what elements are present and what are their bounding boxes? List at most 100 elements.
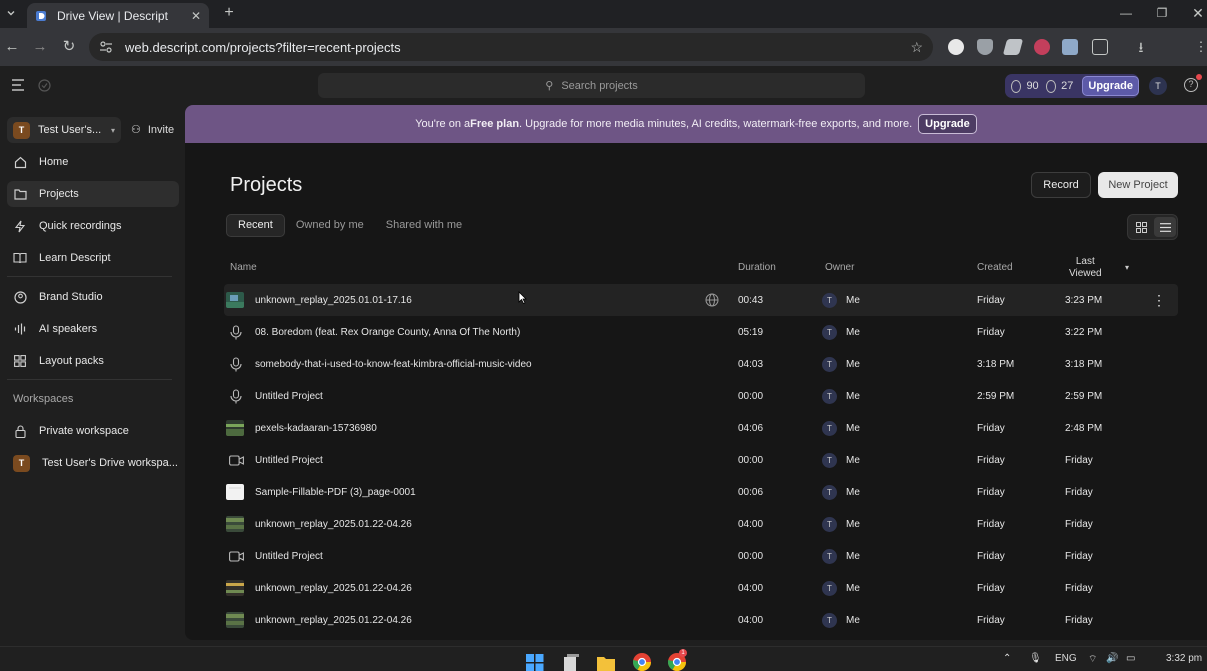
- new-project-button[interactable]: New Project: [1098, 172, 1178, 198]
- battery-icon[interactable]: ▭: [1126, 653, 1135, 664]
- bolt-icon: [13, 219, 27, 233]
- table-row[interactable]: Sample-Fillable-PDF (3)_page-0001 00:06 …: [224, 476, 1178, 508]
- table-row[interactable]: Untitled Project 00:00 TMe Friday Friday: [224, 540, 1178, 572]
- sidebar-toggle-icon[interactable]: [12, 79, 26, 91]
- forward-button[interactable]: →: [30, 37, 50, 57]
- sidebar-item-home[interactable]: Home: [7, 149, 179, 175]
- search-projects-input[interactable]: ⚲ Search projects: [318, 73, 865, 98]
- owner-avatar: T: [822, 485, 837, 500]
- column-header-owner[interactable]: Owner: [825, 262, 854, 273]
- owner-avatar: T: [822, 581, 837, 596]
- table-row[interactable]: 08. Boredom (feat. Rex Orange County, An…: [224, 316, 1178, 348]
- chrome-icon[interactable]: [632, 651, 652, 671]
- sort-chevron-icon[interactable]: ▾: [1125, 263, 1129, 272]
- minimize-button[interactable]: —: [1111, 2, 1141, 24]
- sidebar-item-ai-speakers[interactable]: AI speakers: [7, 316, 179, 342]
- address-bar[interactable]: web.descript.com/projects?filter=recent-…: [89, 33, 933, 61]
- download-icon[interactable]: ⭳: [1133, 39, 1149, 55]
- owner-avatar: T: [822, 389, 837, 404]
- extension-red-icon[interactable]: [1034, 39, 1050, 55]
- file-explorer-icon[interactable]: [596, 651, 616, 671]
- browser-menu-icon[interactable]: ⋮: [1193, 39, 1207, 55]
- project-duration: 00:00: [738, 444, 763, 476]
- sidebar-item-quick-recordings[interactable]: Quick recordings: [7, 213, 179, 239]
- column-header-last-viewed[interactable]: Last Viewed: [1069, 256, 1102, 280]
- extension-shield-icon[interactable]: [977, 39, 993, 55]
- sidebar-item-learn-descript[interactable]: Learn Descript: [7, 245, 179, 271]
- table-row[interactable]: somebody-that-i-used-to-know-feat-kimbra…: [224, 348, 1178, 380]
- browser-tab[interactable]: Drive View | Descript ✕: [27, 3, 209, 28]
- sidebar-item-drive-workspace[interactable]: T Test User's Drive workspa...: [7, 450, 179, 476]
- sidebar-item-brand-studio[interactable]: Brand Studio: [7, 284, 179, 310]
- column-header-duration[interactable]: Duration: [738, 262, 776, 273]
- grid-icon: [13, 354, 27, 368]
- person-add-icon: ⚇: [131, 123, 141, 136]
- back-button[interactable]: ←: [2, 37, 22, 57]
- reload-button[interactable]: ↻: [59, 37, 79, 57]
- volume-icon[interactable]: 🔊: [1106, 653, 1118, 664]
- video-thumbnail-icon: [226, 580, 244, 596]
- record-button[interactable]: Record: [1031, 172, 1091, 198]
- project-duration: 00:06: [738, 476, 763, 508]
- language-indicator[interactable]: ENG: [1055, 653, 1077, 664]
- extension-layers-icon[interactable]: [1003, 39, 1023, 55]
- sidebar-item-private-workspace[interactable]: Private workspace: [7, 418, 179, 444]
- user-avatar[interactable]: T: [1149, 77, 1167, 95]
- banner-upgrade-button[interactable]: Upgrade: [918, 114, 977, 134]
- tab-owned-by-me[interactable]: Owned by me: [285, 214, 375, 237]
- table-row[interactable]: unknown_replay_2025.01.22-04.26 04:00 TM…: [224, 508, 1178, 540]
- wifi-icon[interactable]: ⌔: [1088, 653, 1097, 666]
- workspace-switcher[interactable]: T Test User's... ▾: [7, 117, 121, 143]
- clock-time[interactable]: 3:32 pm: [1166, 653, 1202, 664]
- tab-recent[interactable]: Recent: [226, 214, 285, 237]
- invite-button[interactable]: ⚇ Invite: [131, 123, 174, 136]
- project-owner: Me: [846, 359, 860, 370]
- close-tab-icon[interactable]: ✕: [191, 9, 201, 23]
- extension-translate-icon[interactable]: [1062, 39, 1078, 55]
- sidebar-divider: [7, 379, 172, 380]
- column-header-name[interactable]: Name: [230, 262, 257, 273]
- grid-view-button[interactable]: [1130, 217, 1152, 237]
- microphone-tray-icon[interactable]: 🎙: [1029, 653, 1042, 664]
- video-thumbnail-icon: [226, 292, 244, 308]
- microphone-icon: [230, 389, 242, 404]
- globe-icon[interactable]: [705, 284, 719, 316]
- tab-shared-with-me[interactable]: Shared with me: [375, 214, 473, 237]
- system-tray-chevron-icon[interactable]: ⌃: [1003, 653, 1011, 664]
- window-close-button[interactable]: ✕: [1183, 2, 1207, 24]
- table-row[interactable]: unknown_replay_2025.01.22-04.26 04:00 TM…: [224, 572, 1178, 604]
- bookmark-star-icon[interactable]: ☆: [910, 39, 923, 56]
- table-row[interactable]: unknown_replay_2025.01.22-04.26 04:00 TM…: [224, 604, 1178, 636]
- project-owner: Me: [846, 295, 860, 306]
- extensions-puzzle-icon[interactable]: [1092, 39, 1108, 55]
- sidebar-item-label: Learn Descript: [39, 252, 111, 264]
- project-duration: 00:00: [738, 540, 763, 572]
- table-row[interactable]: pexels-kadaaran-15736980 04:06 TMe Frida…: [224, 412, 1178, 444]
- list-view-button[interactable]: [1154, 217, 1176, 237]
- table-row[interactable]: Untitled Project 00:00 TMe 2:59 PM 2:59 …: [224, 380, 1178, 412]
- restore-button[interactable]: ❐: [1147, 2, 1177, 24]
- project-duration: 04:06: [738, 412, 763, 444]
- row-more-options-icon[interactable]: ⋮: [1152, 284, 1166, 316]
- windows-start-icon[interactable]: [525, 651, 545, 671]
- new-tab-button[interactable]: +: [220, 4, 238, 22]
- extension-compass-icon[interactable]: [948, 39, 964, 55]
- project-created: 2:59 PM: [977, 380, 1014, 412]
- sync-status-icon: [38, 79, 51, 92]
- view-toggle: [1127, 214, 1178, 240]
- site-settings-icon[interactable]: [99, 40, 113, 54]
- column-header-created[interactable]: Created: [977, 262, 1013, 273]
- table-row[interactable]: Untitled Project 00:00 TMe Friday Friday: [224, 444, 1178, 476]
- help-icon[interactable]: ?: [1184, 78, 1198, 92]
- mouse-cursor-icon: [518, 291, 527, 304]
- sidebar-item-layout-packs[interactable]: Layout packs: [7, 348, 179, 374]
- sidebar-item-projects[interactable]: Projects: [7, 181, 179, 207]
- project-owner: Me: [846, 487, 860, 498]
- task-view-icon[interactable]: [561, 651, 581, 671]
- header-upgrade-button[interactable]: Upgrade: [1082, 76, 1139, 96]
- credits-pill[interactable]: 90 27 Upgrade: [1005, 74, 1139, 98]
- table-row[interactable]: unknown_replay_2025.01.01-17.16 00:43 TM…: [224, 284, 1178, 316]
- tab-search-button[interactable]: [2, 4, 20, 22]
- document-thumbnail-icon: [226, 484, 244, 500]
- project-created: Friday: [977, 476, 1005, 508]
